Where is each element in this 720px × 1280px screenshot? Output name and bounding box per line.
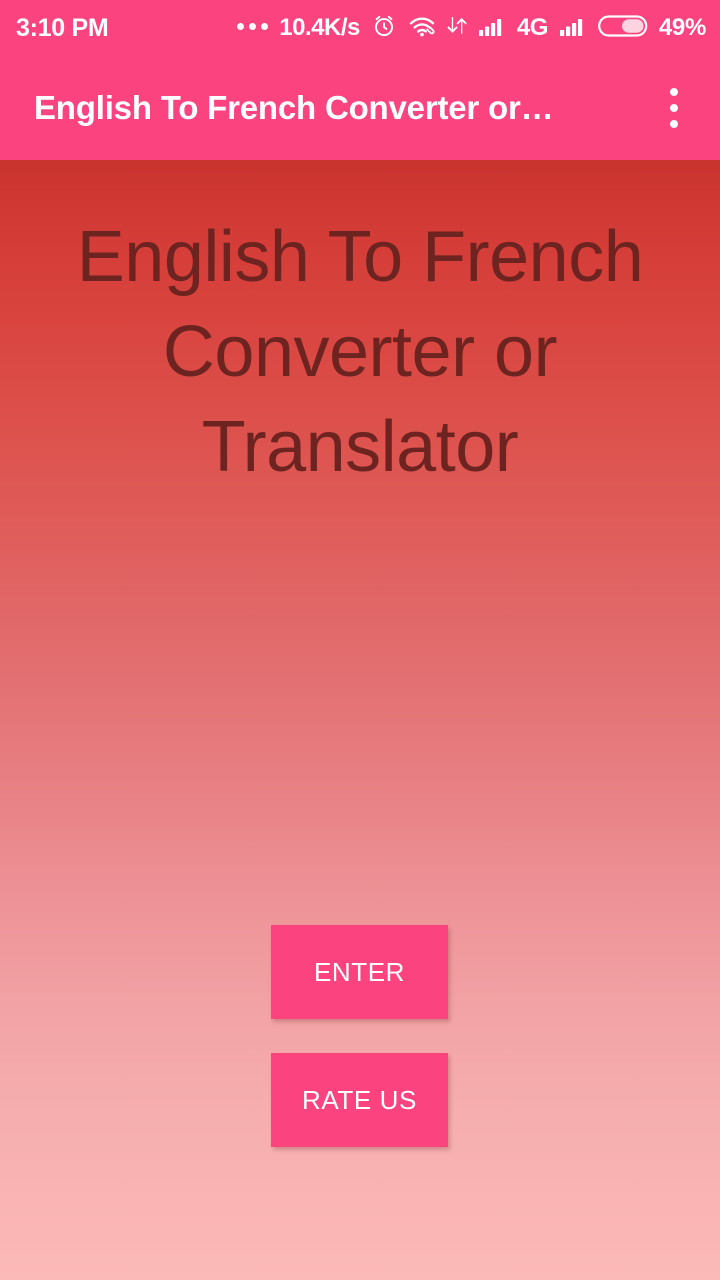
enter-button[interactable]: ENTER xyxy=(271,925,448,1019)
app-bar: English To French Converter or… xyxy=(0,56,720,160)
network-speed-label: 10.4K/s xyxy=(279,14,360,41)
overflow-menu-icon[interactable] xyxy=(650,78,698,138)
network-type-label: 4G xyxy=(516,14,549,41)
signal-bars-icon-secondary xyxy=(559,14,587,43)
wifi-icon xyxy=(408,14,436,43)
page-title: English To French Converter or… xyxy=(34,89,554,126)
status-bar-icons: 10.4K/s 4G 49% xyxy=(237,13,706,44)
more-dots-icon xyxy=(237,23,269,33)
main-content: English To French Converter or Translato… xyxy=(0,160,720,1280)
app-screen: 3:10 PM 10.4K/s 4G 49% English To French… xyxy=(0,0,720,1280)
battery-percent-label: 49% xyxy=(658,14,706,41)
headline-text: English To French Converter or Translato… xyxy=(76,217,644,487)
rate-us-button[interactable]: RATE US xyxy=(271,1053,448,1147)
signal-bars-icon xyxy=(478,14,506,43)
status-bar: 3:10 PM 10.4K/s 4G 49% xyxy=(0,0,720,56)
data-transfer-arrows-icon xyxy=(447,14,467,43)
alarm-clock-icon xyxy=(371,13,397,44)
battery-icon xyxy=(597,13,648,44)
status-bar-clock: 3:10 PM xyxy=(16,13,109,42)
